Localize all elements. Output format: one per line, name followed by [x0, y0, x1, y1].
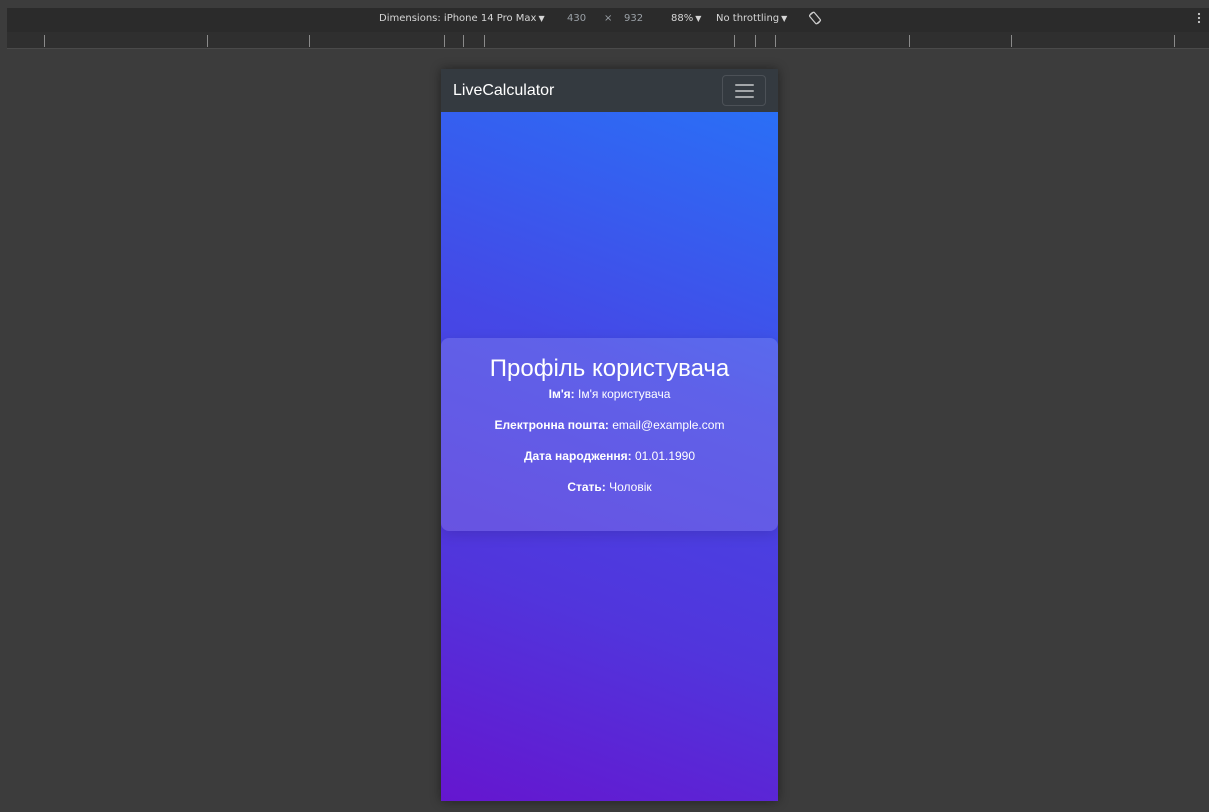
ruler-tick — [755, 35, 756, 47]
throttling-dropdown[interactable]: No throttling ▼ — [716, 13, 787, 24]
profile-card: Профіль користувача Ім'я: Ім'я користува… — [441, 338, 778, 531]
dimensions-label: Dimensions: iPhone 14 Pro Max — [379, 13, 537, 24]
field-value: Ім'я користувача — [578, 387, 671, 401]
caret-down-icon: ▼ — [695, 14, 702, 23]
ruler-tick — [463, 35, 464, 47]
profile-field-name: Ім'я: Ім'я користувача — [441, 386, 778, 402]
profile-field-birthdate: Дата народження: 01.01.1990 — [441, 448, 778, 464]
ruler-tick — [44, 35, 45, 47]
more-vertical-icon — [1197, 12, 1201, 24]
ruler-tick — [484, 35, 485, 47]
zoom-label: 88% — [671, 13, 694, 24]
height-input[interactable]: 932 — [624, 13, 643, 24]
ruler-tick — [207, 35, 208, 47]
dimension-separator: × — [604, 13, 613, 24]
gradient-background: Профіль користувача Ім'я: Ім'я користува… — [441, 112, 778, 801]
ruler-tick — [444, 35, 445, 47]
field-value: Чоловік — [609, 480, 652, 494]
ruler-tick — [734, 35, 735, 47]
navbar: LiveCalculator — [441, 69, 778, 112]
width-input[interactable]: 430 — [567, 13, 586, 24]
field-label: Стать: — [567, 480, 606, 494]
more-options-button[interactable] — [1197, 12, 1201, 27]
dimensions-dropdown[interactable]: Dimensions: iPhone 14 Pro Max ▼ — [379, 13, 545, 24]
hamburger-icon-line — [734, 89, 754, 92]
devtools-device-toolbar: Dimensions: iPhone 14 Pro Max ▼ 430 × 932… — [7, 8, 1209, 32]
media-query-ruler[interactable] — [7, 32, 1209, 49]
field-label: Електронна пошта: — [494, 418, 609, 432]
profile-title: Профіль користувача — [489, 355, 730, 382]
profile-field-gender: Стать: Чоловік — [441, 479, 778, 495]
field-label: Дата народження: — [523, 449, 632, 463]
navbar-toggler-button[interactable] — [722, 75, 766, 106]
navbar-brand[interactable]: LiveCalculator — [453, 82, 554, 100]
rotate-icon — [808, 11, 822, 25]
hamburger-icon-line — [734, 83, 754, 86]
zoom-dropdown[interactable]: 88% ▼ — [671, 13, 701, 24]
ruler-tick — [309, 35, 310, 47]
field-value: 01.01.1990 — [634, 449, 696, 463]
profile-field-email: Електронна пошта: email@example.com — [441, 417, 778, 433]
field-value: email@example.com — [612, 418, 725, 432]
ruler-tick — [909, 35, 910, 47]
caret-down-icon: ▼ — [781, 14, 788, 23]
hamburger-icon-line — [734, 95, 754, 98]
device-viewport: LiveCalculator Профіль користувача Ім'я:… — [441, 69, 778, 801]
throttling-label: No throttling — [716, 13, 780, 24]
ruler-tick — [775, 35, 776, 47]
field-label: Ім'я: — [548, 387, 575, 401]
ruler-tick — [1011, 35, 1012, 47]
ruler-tick — [1174, 35, 1175, 47]
rotate-button[interactable] — [807, 10, 823, 29]
caret-down-icon: ▼ — [538, 14, 545, 23]
